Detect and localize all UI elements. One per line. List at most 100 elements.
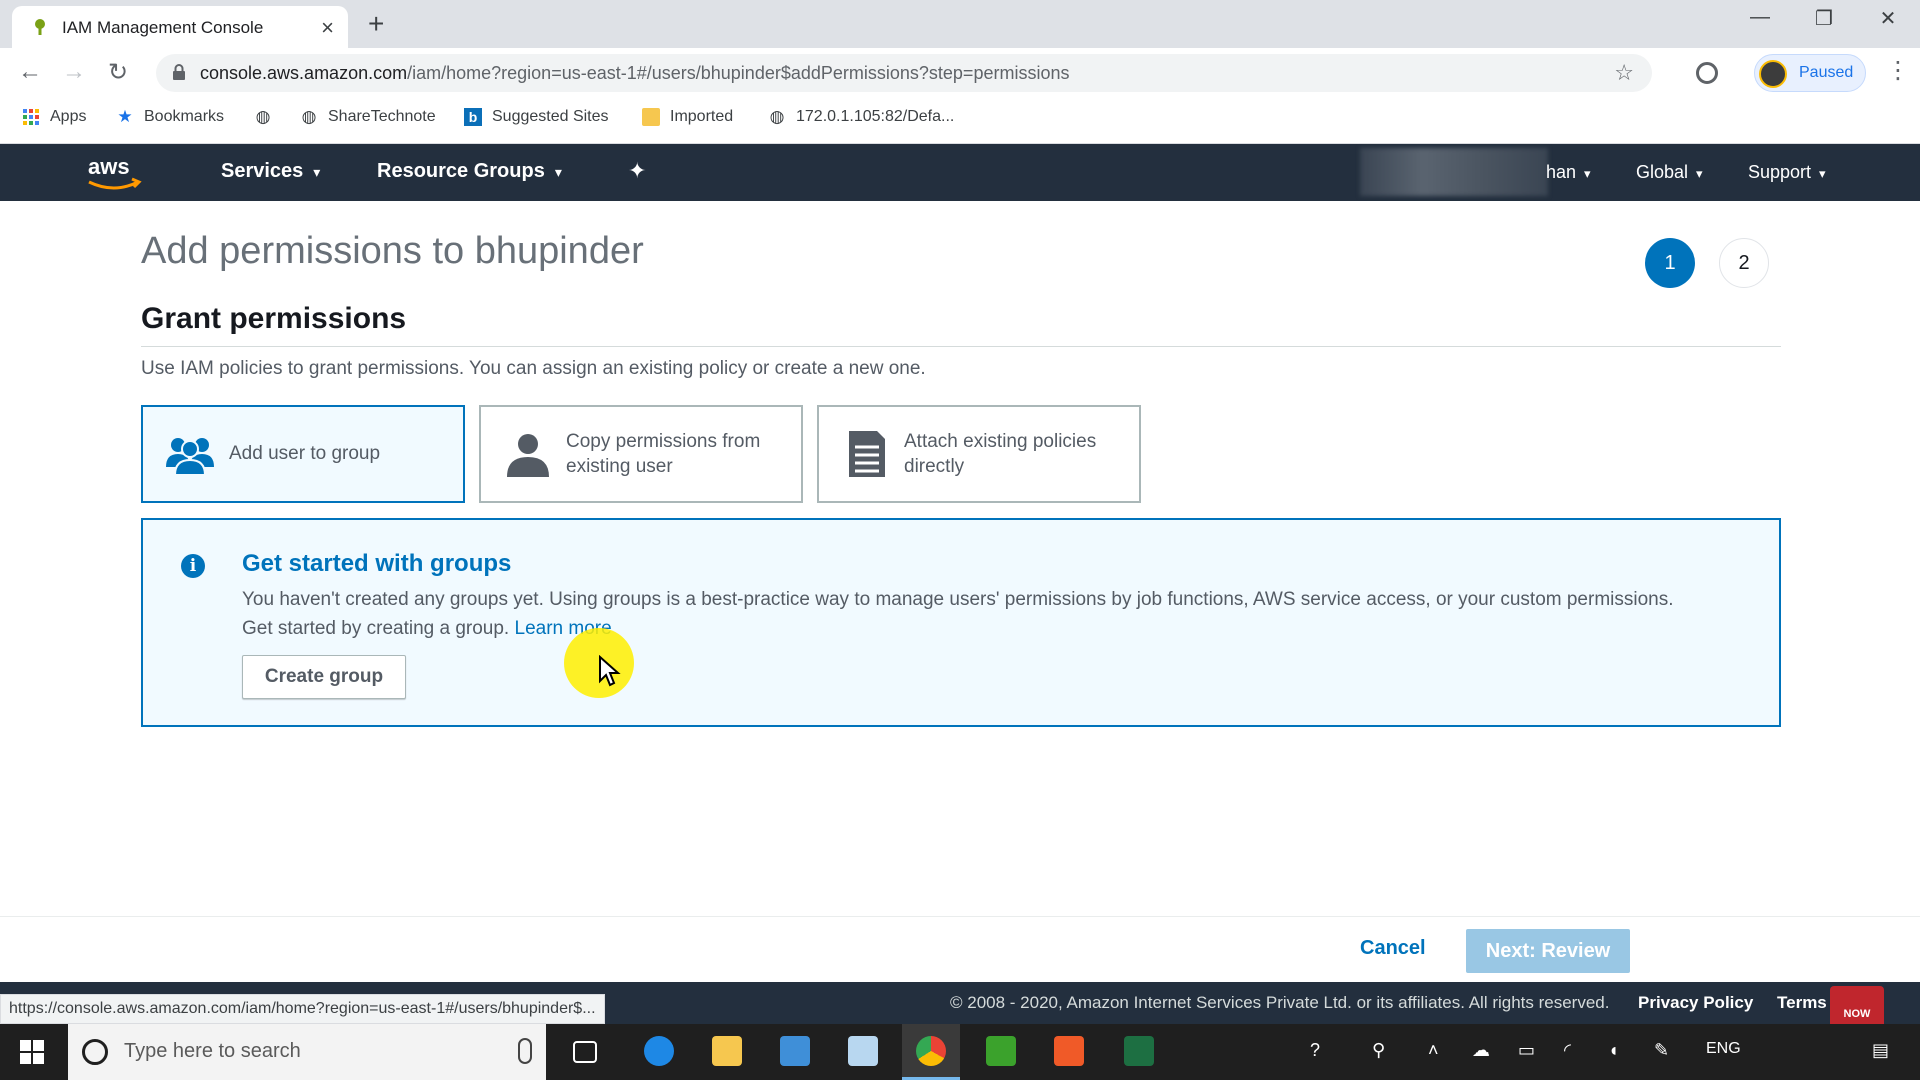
bookmark-imported[interactable]: Imported [642, 108, 733, 126]
bookmark-label: Imported [670, 108, 734, 125]
resource-groups-menu[interactable]: Resource Groups ▾ [377, 160, 562, 183]
app-glyph [848, 1036, 878, 1066]
services-label: Services [221, 160, 304, 182]
wizard-step-2[interactable]: 2 [1719, 238, 1769, 288]
cortana-icon [82, 1039, 108, 1065]
chevron-down-icon: ▾ [1819, 166, 1826, 181]
account-label: han [1546, 162, 1577, 182]
folder-icon [642, 108, 660, 126]
chevron-down-icon: ▾ [1696, 166, 1703, 181]
url-host: console.aws.amazon.com [200, 63, 408, 83]
redacted-account-name [1360, 148, 1548, 196]
bookmark-apps[interactable]: Apps [22, 108, 86, 126]
chrome-glyph [916, 1036, 946, 1066]
bookmark-globe[interactable]: ◍ [254, 108, 272, 126]
bing-icon: b [464, 108, 482, 126]
user-icon [507, 434, 549, 477]
bookmark-sharetechnote[interactable]: ◍ ShareTechnote [300, 108, 436, 126]
terms-link[interactable]: Terms [1777, 993, 1827, 1013]
new-tab-icon[interactable]: + [368, 8, 384, 40]
resource-groups-label: Resource Groups [377, 160, 545, 182]
camtasia-glyph [986, 1036, 1016, 1066]
document-icon [849, 431, 885, 477]
info-title: Get started with groups [242, 550, 512, 577]
browser-tab[interactable]: IAM Management Console × [12, 6, 348, 48]
divider [141, 346, 1781, 347]
edge-glyph [644, 1036, 674, 1066]
aws-favicon-icon [35, 19, 45, 35]
option-label: directly [904, 456, 965, 477]
create-group-button[interactable]: Create group [242, 655, 406, 699]
aws-logo-icon[interactable]: aws [84, 152, 144, 194]
next-review-button[interactable]: Next: Review [1466, 929, 1630, 973]
microphone-icon[interactable] [518, 1038, 532, 1064]
bookmark-local-ip[interactable]: ◍ 172.0.1.105:82/Defa... [768, 107, 955, 126]
people-icon[interactable]: ⚲ [1372, 1040, 1385, 1061]
copyright-text: © 2008 - 2020, Amazon Internet Services … [950, 993, 1610, 1012]
extension-icon[interactable] [1696, 62, 1718, 84]
link-status-bar: https://console.aws.amazon.com/iam/home?… [0, 994, 605, 1024]
wifi-icon[interactable]: ◜ [1564, 1040, 1571, 1061]
account-menu[interactable]: han ▾ [1546, 162, 1591, 183]
app-icon[interactable] [834, 1024, 892, 1080]
services-menu[interactable]: Services ▾ [221, 160, 320, 183]
tab-close-icon[interactable]: × [321, 15, 334, 41]
address-bar[interactable]: console.aws.amazon.com/iam/home?region=u… [156, 54, 1652, 92]
svg-text:aws: aws [88, 154, 130, 179]
help-icon[interactable]: ? [1310, 1040, 1320, 1061]
reload-icon[interactable]: ↻ [108, 58, 128, 87]
windows-start-icon[interactable] [20, 1040, 44, 1064]
onedrive-icon[interactable]: ☁ [1472, 1040, 1490, 1061]
bookmark-suggested-sites[interactable]: b Suggested Sites [464, 108, 609, 126]
info-icon: i [181, 554, 205, 578]
edge-icon[interactable] [630, 1024, 688, 1080]
url-text: console.aws.amazon.com/iam/home?region=u… [200, 63, 1069, 84]
option-copy-permissions[interactable]: Copy permissions from existing user [479, 405, 803, 503]
region-menu[interactable]: Global ▾ [1636, 162, 1703, 183]
search-placeholder: Type here to search [124, 1040, 301, 1062]
option-label: existing user [566, 456, 673, 477]
bookmark-star-icon[interactable]: ☆ [1614, 60, 1634, 86]
file-explorer-icon[interactable] [698, 1024, 756, 1080]
window-close-icon[interactable]: ✕ [1868, 6, 1908, 31]
browser-tabstrip: IAM Management Console × + — ❐ ✕ [0, 0, 1920, 48]
globe-icon: ◍ [769, 107, 785, 126]
snagit-icon[interactable] [1040, 1024, 1098, 1080]
minimize-icon[interactable]: — [1740, 6, 1780, 29]
snagit-glyph [1054, 1036, 1084, 1066]
option-add-user-to-group[interactable]: Add user to group [141, 405, 465, 503]
chevron-up-icon[interactable]: ˄ [1428, 1040, 1439, 1061]
folder-glyph [712, 1036, 742, 1066]
section-title: Grant permissions [141, 302, 407, 335]
bookmark-bookmarks[interactable]: ★ Bookmarks [116, 108, 224, 126]
excel-icon[interactable] [1110, 1024, 1168, 1080]
pin-icon[interactable]: ✦ [628, 158, 646, 184]
task-view-icon[interactable] [556, 1024, 614, 1080]
bookmark-label: 172.0.1.105:82/Defa... [796, 108, 955, 125]
support-menu[interactable]: Support ▾ [1748, 162, 1826, 183]
browser-menu-icon[interactable]: ⋮ [1886, 56, 1910, 85]
app-glyph [780, 1036, 810, 1066]
restore-icon[interactable]: ❐ [1804, 6, 1844, 31]
battery-icon[interactable]: ▭ [1518, 1040, 1535, 1061]
forward-icon[interactable]: → [62, 58, 86, 86]
volume-icon[interactable]: ◖ [1608, 1040, 1619, 1061]
back-icon[interactable]: ← [18, 58, 42, 86]
pen-icon[interactable]: ✎ [1654, 1040, 1669, 1061]
taskbar-search-input[interactable]: Type here to search [68, 1024, 546, 1080]
cancel-button[interactable]: Cancel [1360, 937, 1426, 960]
avatar [1759, 60, 1787, 88]
star-icon: ★ [117, 107, 133, 126]
language-indicator[interactable]: ENG [1706, 1040, 1741, 1058]
app-icon[interactable] [766, 1024, 824, 1080]
option-attach-policies[interactable]: Attach existing policies directly [817, 405, 1141, 503]
profile-button[interactable]: Paused [1754, 54, 1866, 92]
chevron-down-icon: ▾ [554, 164, 562, 180]
chevron-down-icon: ▾ [1584, 166, 1591, 181]
notifications-icon[interactable]: ▤ [1872, 1040, 1889, 1061]
chrome-icon[interactable] [902, 1024, 960, 1080]
camtasia-icon[interactable] [972, 1024, 1030, 1080]
wizard-step-1[interactable]: 1 [1645, 238, 1695, 288]
taskbar: Type here to search ? ⚲ ˄ ☁ ▭ ◜ ◖ ✎ ENG … [0, 1024, 1920, 1080]
privacy-policy-link[interactable]: Privacy Policy [1638, 993, 1753, 1013]
